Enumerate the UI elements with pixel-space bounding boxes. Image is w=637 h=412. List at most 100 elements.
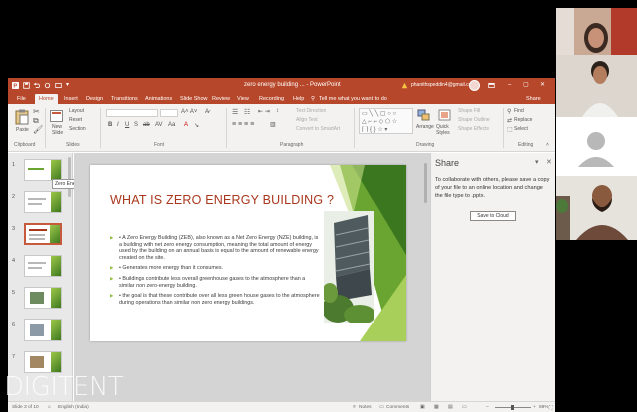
zoom-level[interactable]: 69% <box>539 405 549 410</box>
bold-icon[interactable]: B <box>108 122 112 128</box>
convert-smartart-button[interactable]: Convert to SmartArt <box>296 126 340 132</box>
maximize-icon[interactable]: ▢ <box>523 81 529 90</box>
zoom-out-icon[interactable]: – <box>486 405 489 410</box>
accessibility-icon[interactable]: ⌂ <box>48 405 51 410</box>
numbering-icon[interactable]: ☷ <box>244 108 250 116</box>
normal-view-icon[interactable]: ▣ <box>420 405 425 410</box>
tab-file[interactable]: File <box>17 94 26 104</box>
tab-view[interactable]: View <box>237 94 249 104</box>
quick-styles-icon[interactable] <box>438 109 451 121</box>
ribbon-display-options-icon[interactable] <box>488 82 495 89</box>
underline-icon[interactable]: U <box>125 122 129 128</box>
new-slide-button[interactable]: New Slide <box>52 124 64 136</box>
columns-icon[interactable]: ▥ <box>270 121 276 128</box>
slide-thumbnail-3[interactable] <box>24 223 62 245</box>
italic-icon[interactable]: I <box>117 122 119 128</box>
select-button[interactable]: Select <box>514 126 528 132</box>
paste-icon[interactable] <box>15 109 29 125</box>
align-icons[interactable]: ≡ ≡ ≡ ≡ <box>232 121 254 128</box>
shape-misc-icons[interactable]: △ ⌐ ⌐ ◇ ⬠ ☆ <box>362 118 397 125</box>
slide-thumbnail-1[interactable] <box>24 159 62 181</box>
arrange-button[interactable]: Arrange <box>416 124 434 130</box>
tab-home[interactable]: Home <box>35 94 58 104</box>
comments-button[interactable]: Comments <box>386 405 409 410</box>
slide-show-icon[interactable]: ▭ <box>462 405 467 410</box>
format-painter-icon[interactable]: 🖌 <box>33 126 43 134</box>
tab-insert[interactable]: Insert <box>64 94 78 104</box>
change-case-icon[interactable]: Aa <box>168 122 175 128</box>
character-spacing-icon[interactable]: AV <box>155 122 163 128</box>
tab-animations[interactable]: Animations <box>145 94 172 104</box>
close-icon[interactable]: ✕ <box>540 81 545 90</box>
strikethrough-icon[interactable]: ab <box>143 122 150 128</box>
language-status[interactable]: English (India) <box>58 405 89 410</box>
current-slide[interactable]: WHAT IS ZERO ENERGY BUILDING ? • A Zero … <box>90 165 406 341</box>
fit-slide-icon[interactable]: ⛶ <box>549 405 552 411</box>
font-size-box[interactable] <box>160 109 178 117</box>
shape-brace-icons[interactable]: ⌈ ⌉ { } ☆ ▾ <box>362 126 387 133</box>
pane-close-icon[interactable]: ✕ <box>546 158 552 166</box>
slide-title[interactable]: WHAT IS ZERO ENERGY BUILDING ? <box>110 193 334 207</box>
save-to-cloud-button[interactable]: Save to Cloud <box>470 211 516 221</box>
line-spacing-icon[interactable]: ↕ <box>276 108 279 114</box>
canvas-scrollbar[interactable] <box>424 163 427 203</box>
zoom-slider-knob[interactable] <box>511 405 514 410</box>
font-name-box[interactable] <box>106 109 158 117</box>
slide-thumbnail-7[interactable] <box>24 351 62 373</box>
font-dialog-icon[interactable]: ↘ <box>194 122 199 129</box>
slide-thumbnail-5[interactable] <box>24 287 62 309</box>
layout-button[interactable]: Layout <box>69 108 84 114</box>
indent-icons[interactable]: ⇤ ⇥ <box>258 108 270 115</box>
bullets-icon[interactable]: ☰ <box>232 108 238 116</box>
tab-transitions[interactable]: Transitions <box>111 94 138 104</box>
save-icon[interactable] <box>23 82 30 89</box>
notes-button[interactable]: Notes <box>359 405 372 410</box>
arrange-icon[interactable] <box>417 109 430 121</box>
quick-styles-button[interactable]: Quick Styles <box>436 124 454 136</box>
building-photo[interactable] <box>324 211 374 323</box>
tab-review[interactable]: Review <box>212 94 230 104</box>
tab-slide-show[interactable]: Slide Show <box>180 94 208 104</box>
slide-thumbnail-6[interactable] <box>24 319 62 341</box>
qat-customize-icon[interactable]: ▾ <box>66 81 69 90</box>
shape-line-icons[interactable]: ▭ ╲ ╲ ▢ ○ ○ <box>362 110 396 117</box>
section-button[interactable]: Section <box>69 126 86 132</box>
clear-formatting-icon[interactable]: A̷ <box>205 109 209 115</box>
undo-icon[interactable] <box>33 82 40 89</box>
reset-button[interactable]: Reset <box>69 117 82 123</box>
tab-design[interactable]: Design <box>86 94 103 104</box>
slide-thumbnail-2[interactable] <box>24 191 62 213</box>
shadow-icon[interactable]: S <box>134 122 138 128</box>
copy-icon[interactable]: ⧉ <box>33 117 39 125</box>
replace-button[interactable]: Replace <box>514 117 532 123</box>
slide-bullet-list[interactable]: • A Zero Energy Building (ZEB), also kno… <box>110 235 322 310</box>
align-text-button[interactable]: Align Text <box>296 117 318 123</box>
shape-outline-button[interactable]: Shape Outline <box>458 117 490 123</box>
zoom-in-icon[interactable]: + <box>533 405 536 410</box>
start-from-beginning-icon[interactable] <box>55 82 62 89</box>
cut-icon[interactable]: ✂ <box>33 108 40 116</box>
pane-options-icon[interactable]: ▾ <box>535 158 539 166</box>
shape-fill-button[interactable]: Shape Fill <box>458 108 480 114</box>
tab-share[interactable]: Share <box>526 94 541 104</box>
minimize-icon[interactable]: – <box>508 81 511 90</box>
text-direction-button[interactable]: Text Direction <box>296 108 326 114</box>
slide-thumbnail-4[interactable] <box>24 255 62 277</box>
reading-view-icon[interactable]: ▤ <box>448 405 453 410</box>
tab-recording[interactable]: Recording <box>259 94 284 104</box>
shape-effects-button[interactable]: Shape Effects <box>458 126 489 132</box>
collapse-ribbon-icon[interactable]: ˄ <box>546 142 549 148</box>
redo-icon[interactable] <box>44 82 51 89</box>
user-email[interactable]: phanithspeddin4@gmail.com <box>411 81 476 90</box>
font-size-increase-icon[interactable]: A˄ A˅ <box>181 109 197 115</box>
tab-help[interactable]: Help <box>293 94 304 104</box>
find-button[interactable]: Find <box>514 108 524 114</box>
account-avatar[interactable] <box>469 80 480 91</box>
font-color-icon[interactable]: A <box>184 122 188 128</box>
paste-button[interactable]: Paste <box>16 127 29 133</box>
tell-me-search[interactable]: Tell me what you want to do <box>319 94 387 104</box>
new-slide-icon[interactable] <box>50 110 63 122</box>
shapes-gallery[interactable]: ▭ ╲ ╲ ▢ ○ ○ △ ⌐ ⌐ ◇ ⬠ ☆ ⌈ ⌉ { } ☆ ▾ <box>359 108 413 134</box>
slide-sorter-icon[interactable]: ▦ <box>434 405 439 410</box>
thumbnail-scrollbar[interactable] <box>68 157 71 197</box>
